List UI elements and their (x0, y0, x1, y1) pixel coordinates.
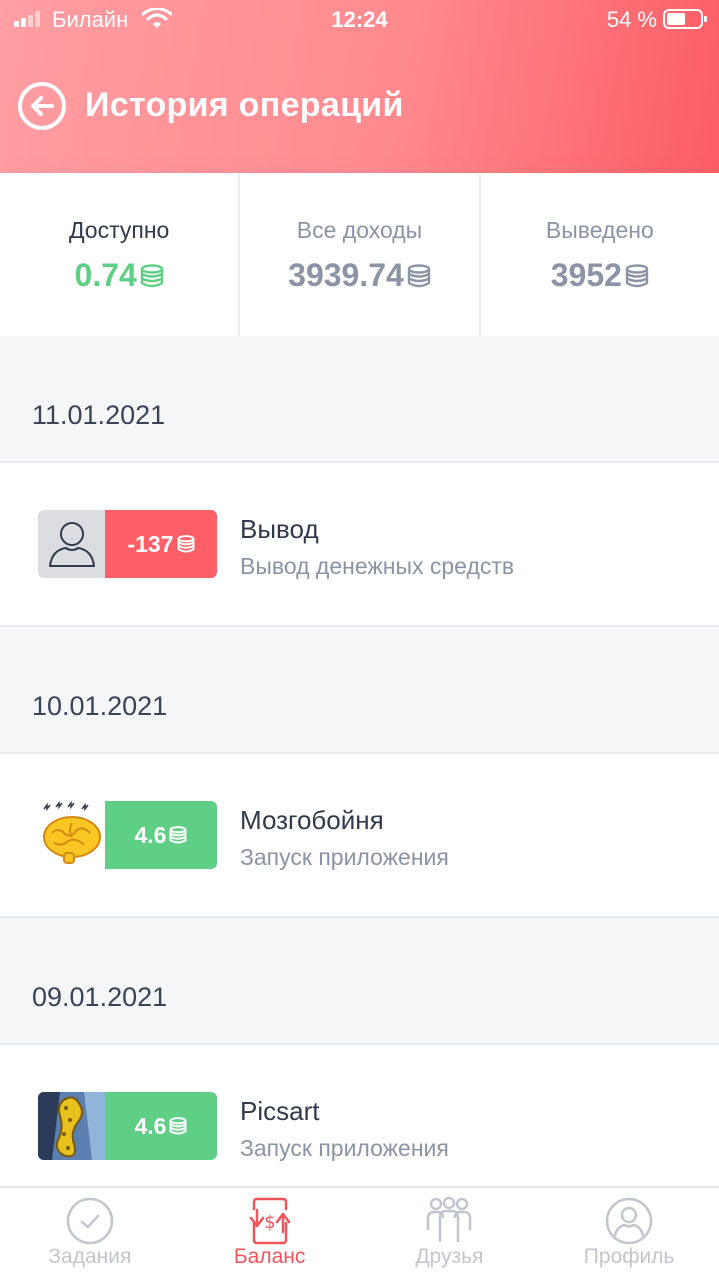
stat-value: 3952 (481, 257, 719, 294)
battery-percent: 54 % (606, 7, 657, 32)
stat-label: Доступно (68, 217, 170, 243)
date-label: 11.01.2021 (32, 400, 166, 430)
operation-subtitle: Запуск приложения (240, 844, 449, 870)
user-avatar-icon (38, 510, 106, 578)
picsart-app-icon (38, 1092, 106, 1160)
stat-label: Выведено (545, 217, 654, 243)
coins-icon (140, 263, 163, 287)
stat-label: Все доходы (296, 217, 423, 243)
amount: 4.6 (134, 1112, 167, 1139)
status-bar: Билайн 12:24 54 % (0, 0, 719, 40)
tab-friends[interactable]: Друзья (360, 1188, 540, 1280)
tab-profile[interactable]: Профиль (539, 1188, 719, 1280)
date-header: 10.01.2021 (0, 627, 719, 754)
date-label: 10.01.2021 (32, 691, 168, 721)
operation-title: Вывод (240, 514, 319, 544)
coins-icon (625, 263, 649, 287)
stat-withdrawn: Выведено 3952 (481, 173, 719, 336)
date-header: 11.01.2021 (0, 336, 719, 463)
tab-tasks[interactable]: Задания (0, 1188, 180, 1280)
brain-app-icon (38, 801, 106, 869)
date-label: 09.01.2021 (32, 982, 168, 1012)
coins-icon (170, 826, 187, 844)
balance-summary: Доступно 0.74 Все доходы 3939.74 Выведен… (0, 173, 719, 336)
coins-icon (170, 1117, 187, 1135)
operation-subtitle: Запуск приложения (240, 1135, 449, 1161)
back-button[interactable] (18, 82, 66, 130)
page-title: История операций (85, 86, 404, 124)
amount-badge: 4.6 (105, 1092, 217, 1160)
balance-transfer-icon: $ (249, 1197, 290, 1245)
header: Билайн 12:24 54 % История операций (0, 0, 719, 173)
amount-badge: -137 (105, 510, 217, 578)
tab-label: Баланс (233, 1245, 306, 1268)
stat-total-income: Все доходы 3939.74 (240, 173, 481, 336)
friends-icon (427, 1196, 472, 1242)
tab-label: Друзья (415, 1245, 484, 1268)
amount: 4.6 (134, 821, 167, 848)
tab-label: Задания (48, 1245, 132, 1268)
arrow-left-icon (31, 96, 54, 116)
date-header: 09.01.2021 (0, 918, 719, 1045)
operation-title: Мозгобойня (240, 805, 384, 835)
svg-text:$: $ (264, 1212, 275, 1233)
operation-row[interactable]: -137 Вывод Вывод денежных средств (0, 463, 719, 627)
stat-amount: 3952 (550, 257, 622, 293)
tab-label: Профиль (583, 1245, 675, 1268)
amount-badge: 4.6 (105, 801, 217, 869)
stat-available: Доступно 0.74 (0, 173, 241, 336)
amount: -137 (127, 530, 174, 557)
tab-bar: Задания $ Баланс Друзья Профиль (0, 1186, 719, 1280)
stat-value: 0.74 (0, 257, 238, 294)
battery-icon (663, 9, 707, 29)
coins-icon (177, 535, 194, 553)
check-circle-icon (66, 1197, 114, 1245)
stat-amount: 3939.74 (288, 257, 404, 293)
tab-balance[interactable]: $ Баланс (180, 1188, 360, 1280)
operation-title: Picsart (240, 1096, 320, 1126)
operation-row[interactable]: 4.6 Мозгобойня Запуск приложения (0, 754, 719, 918)
operation-subtitle: Вывод денежных средств (240, 553, 515, 579)
operation-row[interactable]: 4.6 Picsart Запуск приложения (0, 1045, 719, 1209)
stat-amount: 0.74 (74, 257, 137, 293)
stat-value: 3939.74 (240, 257, 478, 294)
coins-icon (407, 263, 431, 287)
profile-icon (605, 1197, 653, 1245)
